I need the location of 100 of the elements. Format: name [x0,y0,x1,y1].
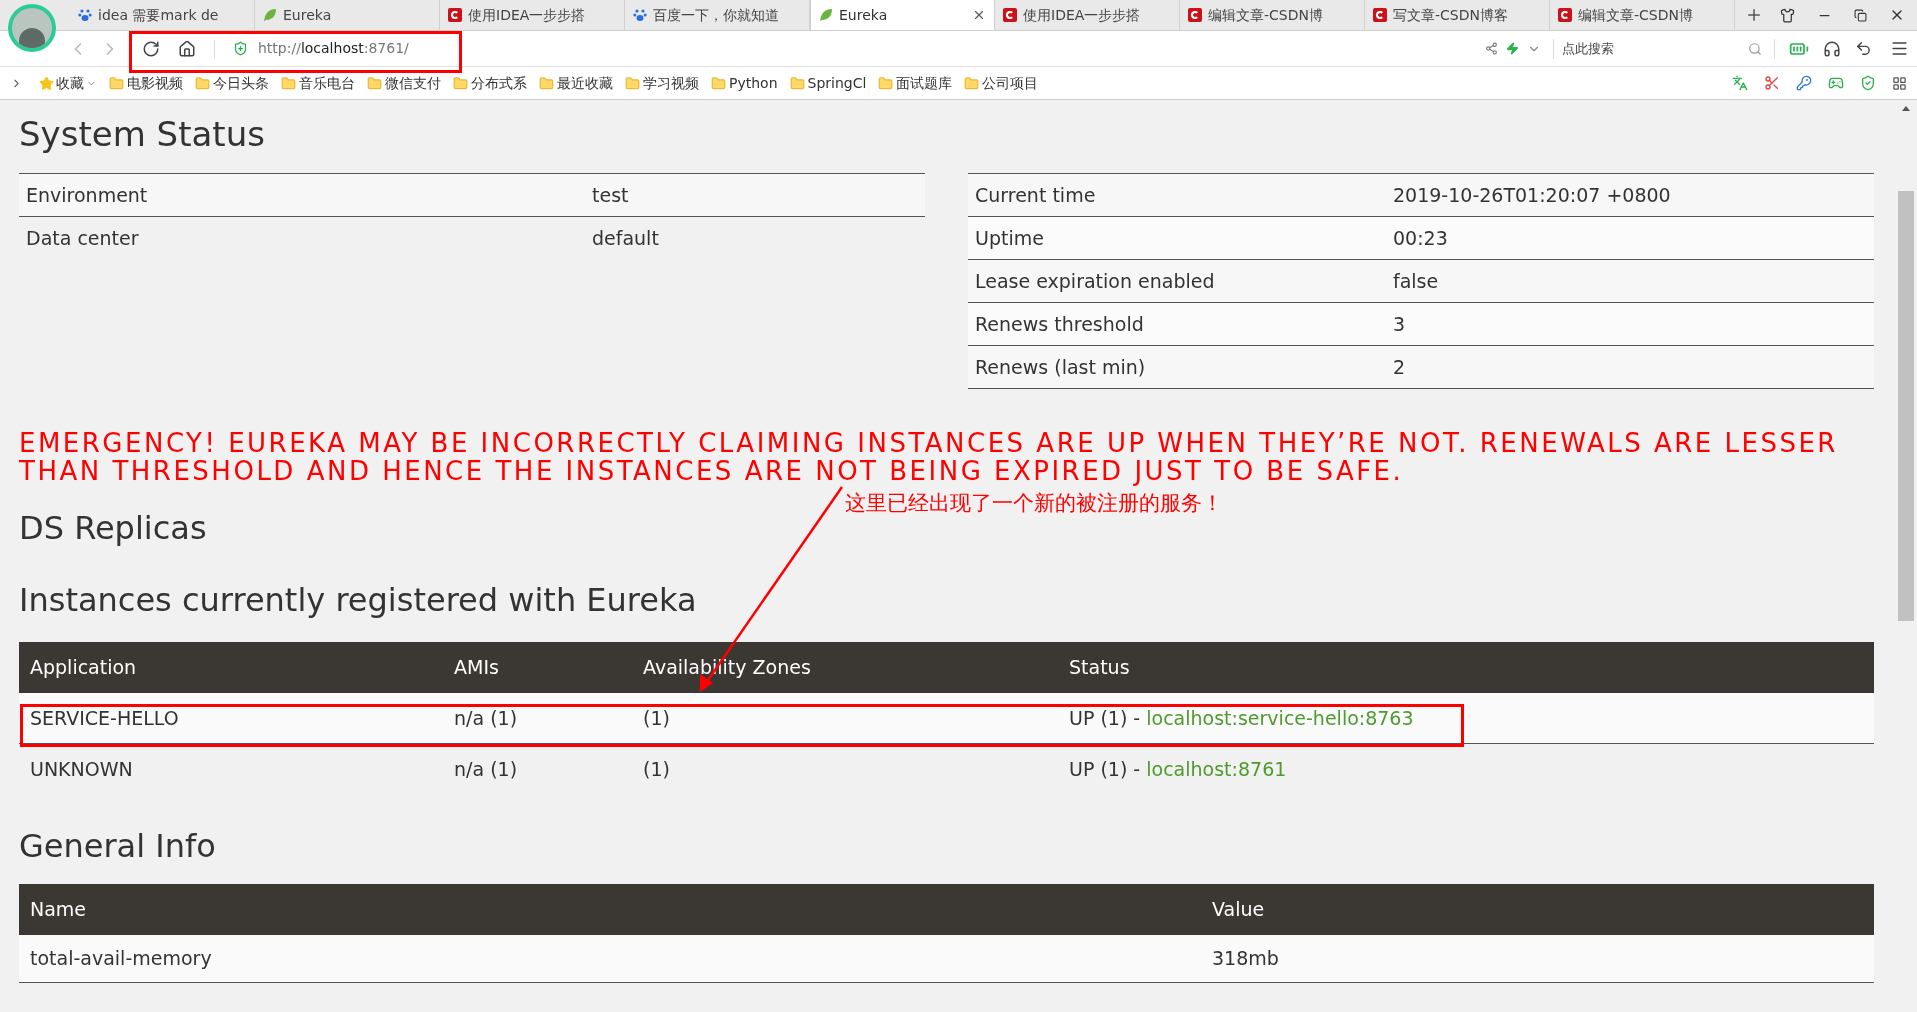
tab-title: 写文章-CSDN博客 [1393,5,1509,25]
bookmark-folder[interactable]: 今日头条 [213,72,269,94]
bookmark-folder[interactable]: 电影视频 [127,72,183,94]
bookmark-folder[interactable]: 学习视频 [643,72,699,94]
status-text: UP (1) - [1068,705,1142,731]
browser-tab[interactable]: 编辑文章-CSDN博 [1180,0,1365,30]
table-cell-text: false [1392,268,1440,294]
lightning-icon[interactable] [1506,42,1519,55]
tab-title: 使用IDEA一步步搭 [1023,5,1142,25]
folder-icon[interactable] [281,75,296,91]
table-cell-text: test [591,182,630,208]
table-cell-text: 00:23 [1392,225,1449,251]
folder-icon[interactable] [453,75,468,91]
shield-icon[interactable] [1860,75,1876,91]
share-icon[interactable] [1485,42,1498,55]
table-cell-text: Lease expiration enabled [974,268,1216,294]
bookmark-folder[interactable]: 音乐电台 [299,72,355,94]
table-cell-text: total-avail-memory [29,946,213,972]
table-cell-text: (1) [642,705,671,731]
reload-icon[interactable] [142,39,160,58]
headphones-icon[interactable] [1823,39,1841,58]
avatar[interactable] [8,4,56,52]
table-cell-text: Environment [25,182,149,208]
column-header: AMIs [453,655,500,681]
star-icon[interactable] [39,75,54,91]
key-icon[interactable] [1796,75,1812,91]
browser-tab[interactable]: 编辑文章-CSDN博 [1550,0,1735,30]
tab-title: 使用IDEA一步步搭 [468,5,587,25]
bookmark-folder[interactable]: 公司项目 [982,72,1039,94]
table-cell-text: 2 [1392,354,1407,380]
section-heading: System Status [19,113,266,155]
bookmark-folder[interactable]: 微信支付 [385,72,441,94]
bookmark-folder[interactable]: 最近收藏 [557,72,613,94]
translate-icon[interactable] [1732,75,1748,91]
table-cell-text: n/a (1) [453,705,519,731]
scissors-icon[interactable] [1764,75,1780,91]
undo-icon[interactable] [1855,40,1872,57]
browser-tab[interactable]: idea 需要mark de [70,0,255,30]
scroll-up-icon[interactable] [1902,106,1910,111]
table-cell-text: 318mb [1211,946,1280,972]
restore-icon[interactable] [1854,8,1867,22]
table-cell-text: Data center [25,226,140,252]
table-cell-text: default [591,226,660,252]
tab-title: 编辑文章-CSDN博 [1208,5,1324,25]
csdn-icon [1003,8,1017,22]
section-heading: DS Replicas [19,508,208,549]
table-cell-text: SERVICE-HELLO [29,705,180,731]
browser-tab[interactable]: 使用IDEA一步步搭 [440,0,625,30]
bookmark-folder[interactable]: 分布式系 [471,72,527,94]
table-cell-text: Uptime [974,225,1045,251]
browser-tab[interactable]: Eureka [810,0,995,30]
shirt-icon[interactable] [1780,7,1795,23]
column-header: Status [1068,655,1131,681]
folder-icon[interactable] [367,75,382,91]
table-cell-text: n/a (1) [453,757,519,783]
favorites-menu[interactable]: 收藏 [56,72,84,94]
leaf-icon [263,8,277,22]
tab-title: 编辑文章-CSDN博 [1578,5,1694,25]
annotation-note: 这里已经出现了一个新的被注册的服务！ [845,490,1223,517]
folder-icon[interactable] [789,75,805,91]
tab-title: Eureka [839,5,889,25]
table-cell-text: Renews (last min) [974,354,1147,380]
table-cell-text: 3 [1392,311,1407,337]
browser-tab[interactable]: 使用IDEA一步步搭 [995,0,1180,30]
table-cell-text: Current time [974,182,1097,208]
search-icon[interactable] [1748,41,1762,56]
close-icon[interactable] [972,8,986,22]
csdn-icon [1188,8,1202,22]
url-field[interactable]: http://localhost:8761/ [258,38,448,59]
apps-icon[interactable] [1892,75,1907,91]
section-heading: Instances currently registered with Eureka [19,580,698,621]
folder-icon[interactable] [109,75,124,91]
tab-title: Eureka [283,5,333,25]
bookmark-folder[interactable]: Python [729,72,778,94]
bookmark-folder[interactable]: SpringCl [807,72,867,94]
table-cell-text: Renews threshold [974,311,1145,337]
menu-icon[interactable] [1890,39,1909,58]
paw-icon [633,8,647,22]
table-cell-text: (1) [642,757,671,783]
csdn-icon [448,8,462,22]
folder-icon[interactable] [625,75,640,91]
bookmark-folder[interactable]: 面试题库 [896,72,953,94]
folder-icon[interactable] [539,75,554,91]
search-field[interactable]: 点此搜索 [1562,38,1748,59]
tab-title: 百度一下，你就知道 [653,5,780,25]
folder-icon[interactable] [711,75,726,91]
csdn-icon [1558,8,1572,22]
emergency-warning: EMERGENCY! EUREKA MAY BE INCORRECTLY CLAIMING INSTANCES ARE UP WHEN THEY’RE NOT. RENEWALS ARE LESSER THAN THRESHOLD AND HENCE THE INSTANCES ARE NOT BEING EXPIRED JUST TO BE SAFE. [19,429,1839,485]
column-header: Application [29,655,138,681]
folder-icon[interactable] [878,75,894,91]
paw-icon [78,8,92,22]
folder-icon[interactable] [195,75,210,91]
new-tab-icon[interactable] [1745,6,1763,24]
status-text: UP (1) - [1068,757,1142,783]
home-icon[interactable] [178,39,196,58]
gamepad-icon[interactable] [1828,75,1844,91]
browser-tab[interactable]: Eureka [255,0,440,30]
browser-tab[interactable]: 写文章-CSDN博客 [1365,0,1550,30]
csdn-icon [1373,8,1387,22]
folder-icon[interactable] [964,75,980,91]
